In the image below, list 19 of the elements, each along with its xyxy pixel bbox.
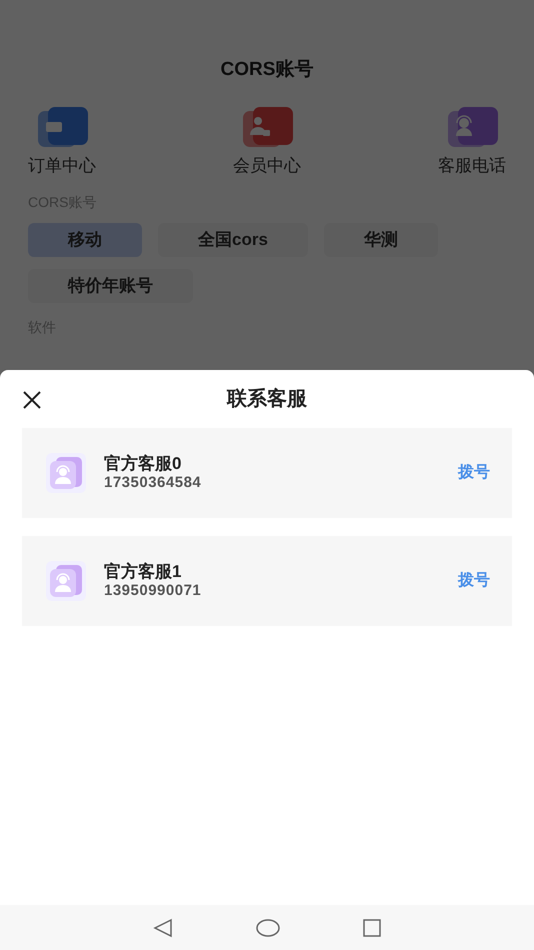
contact-phone: 17350364584 [104, 474, 202, 493]
close-icon [22, 390, 42, 410]
account-chip[interactable]: 全国cors [158, 223, 308, 257]
account-chip[interactable]: 移动 [28, 223, 142, 257]
back-icon[interactable] [152, 918, 174, 938]
home-icon[interactable] [256, 918, 280, 938]
contact-phone: 13950990071 [104, 582, 202, 601]
dial-link[interactable]: 拨号 [458, 461, 490, 485]
contact-name: 官方客服1 [104, 561, 182, 582]
recents-icon[interactable] [362, 918, 382, 938]
shortcut-button[interactable]: 会员中心 [233, 104, 301, 178]
account-chip[interactable]: 特价年账号 [28, 269, 193, 303]
account-chip[interactable]: 华测 [324, 223, 438, 257]
shortcut-button[interactable]: 订单中心 [28, 104, 96, 178]
contact-name: 官方客服0 [104, 453, 182, 474]
dial-link[interactable]: 拨号 [458, 569, 490, 593]
page-title: CORS账号 [220, 58, 314, 82]
shortcut-button[interactable]: 客服电话 [438, 104, 506, 178]
sheet-title: 联系客服 [227, 386, 307, 412]
